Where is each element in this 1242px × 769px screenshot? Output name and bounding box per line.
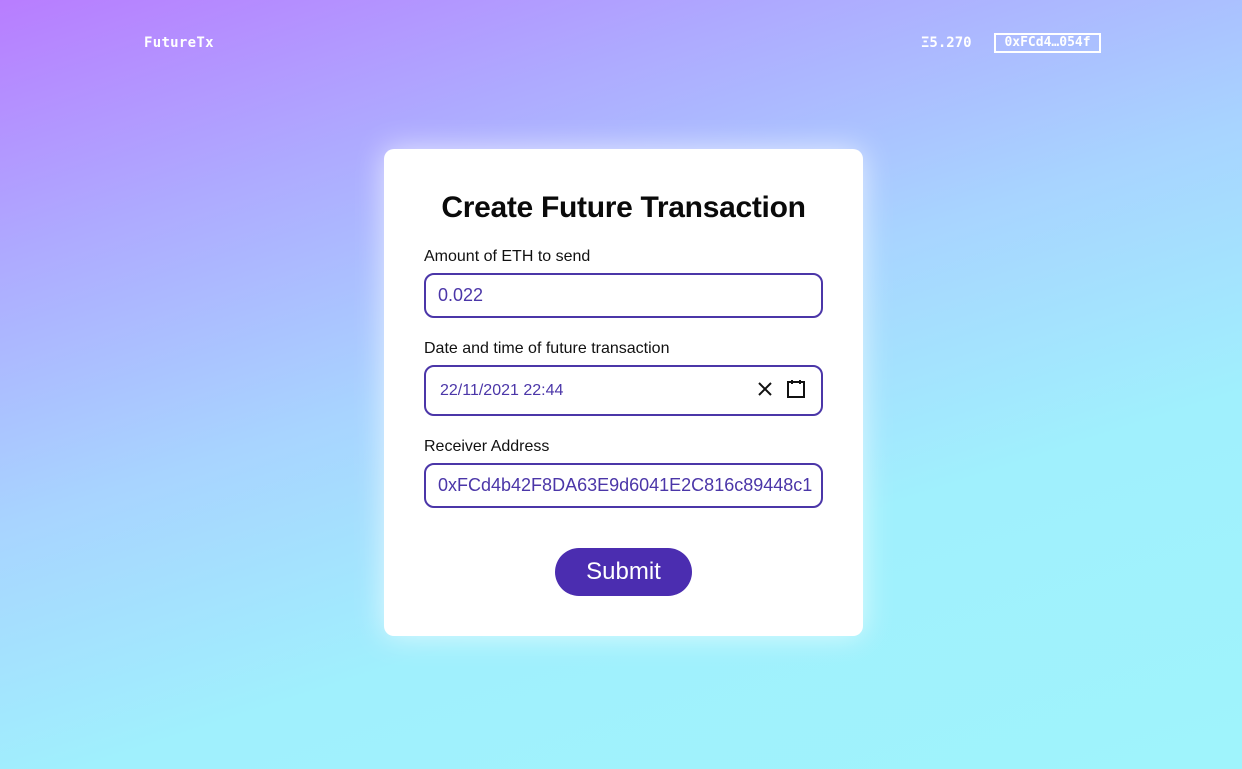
brand-logo[interactable]: FutureTx: [144, 35, 214, 51]
form-title: Create Future Transaction: [441, 191, 806, 224]
receiver-address-value: 0xFCd4b42F8DA63E9d6041E2C816c89448c1: [438, 475, 813, 495]
amount-input[interactable]: 0.022: [424, 273, 823, 318]
receiver-address-input[interactable]: 0xFCd4b42F8DA63E9d6041E2C816c89448c1: [424, 463, 823, 508]
datetime-label: Date and time of future transaction: [424, 340, 670, 357]
datetime-value: 22/11/2021 22:44: [440, 382, 564, 399]
amount-value: 0.022: [438, 285, 484, 305]
eth-balance: Ξ5.270: [921, 35, 972, 51]
receiver-label: Receiver Address: [424, 438, 550, 455]
calendar-icon[interactable]: [786, 379, 806, 399]
amount-label: Amount of ETH to send: [424, 248, 591, 265]
account-address-button[interactable]: 0xFCd4…054f: [994, 33, 1101, 53]
submit-button[interactable]: Submit: [555, 548, 692, 596]
close-icon[interactable]: [756, 380, 774, 398]
datetime-input[interactable]: 22/11/2021 22:44: [424, 365, 823, 416]
